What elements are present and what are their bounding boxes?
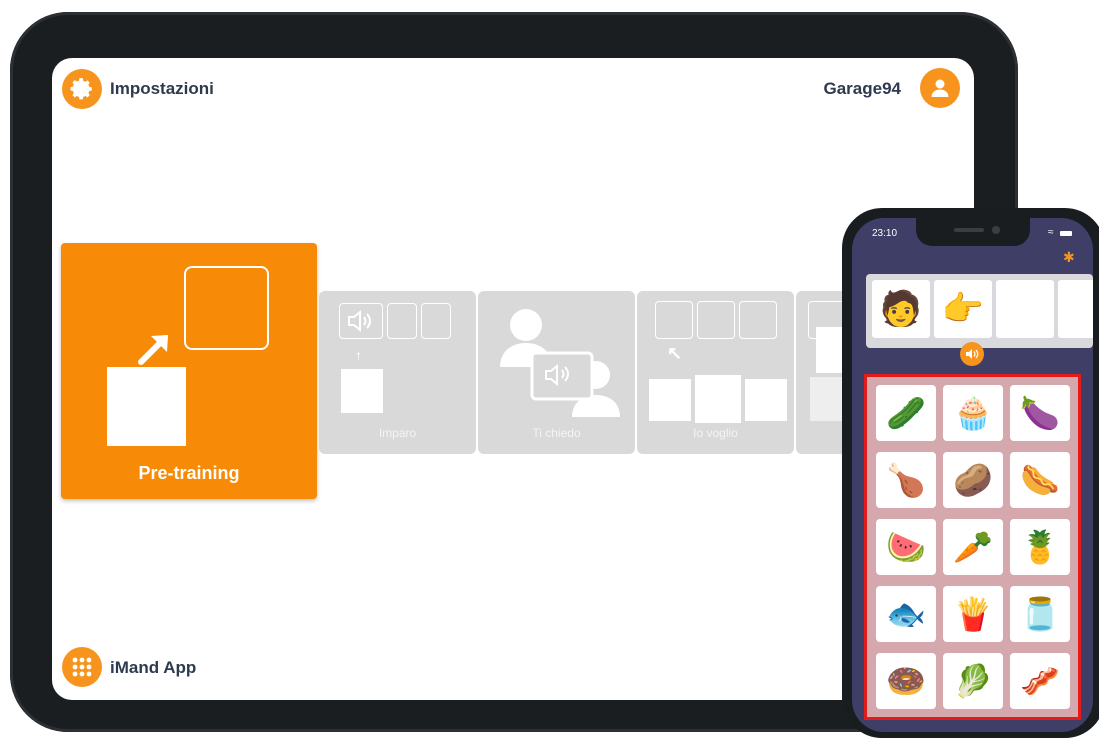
watermelon-icon[interactable]: 🍉 xyxy=(876,519,936,575)
source-tile-icon xyxy=(107,367,186,446)
speaker-icon xyxy=(348,309,371,333)
symbol-grid: 🥒 🧁 🍆 🍗 🥔 🌭 🍉 🥕 🍍 🐟 🍟 🫙 🍩 🥬 🥓 xyxy=(864,374,1081,720)
speaker-grille xyxy=(954,228,984,232)
chicken-leg-icon[interactable]: 🍗 xyxy=(876,452,936,508)
mode-card-ti-chiedo[interactable]: Ti chiedo xyxy=(478,291,635,454)
settings-label[interactable]: Impostazioni xyxy=(110,79,214,99)
user-icon xyxy=(931,79,949,97)
empty-sentence-slot[interactable] xyxy=(996,280,1054,338)
tablet-screen: Impostazioni Garage94 Pre-training ↑ Imp… xyxy=(52,58,974,700)
hand-pointing-icon[interactable]: 👉 xyxy=(934,280,992,338)
play-sound-button[interactable] xyxy=(960,342,984,366)
mode-label: Pre-training xyxy=(138,463,240,483)
mode-label: Io voglio xyxy=(693,426,738,440)
zucchini-icon[interactable]: 🥒 xyxy=(876,385,936,441)
mode-card-io-voglio[interactable]: ↖ Io voglio xyxy=(637,291,794,454)
fries-icon[interactable]: 🍟 xyxy=(943,586,1003,642)
front-camera xyxy=(992,226,1000,234)
wifi-icon: ≈ xyxy=(1048,227,1054,238)
pineapple-icon[interactable]: 🍍 xyxy=(1010,519,1070,575)
person-icon[interactable]: 🧑 xyxy=(872,280,930,338)
jar-icon[interactable]: 🫙 xyxy=(1010,586,1070,642)
donut-icon[interactable]: 🍩 xyxy=(876,653,936,709)
empty-slot-outline xyxy=(739,301,777,339)
empty-sentence-slot[interactable] xyxy=(1058,280,1093,338)
sausage-icon[interactable]: 🌭 xyxy=(1010,452,1070,508)
status-time: 23:10 xyxy=(872,228,898,239)
potatoes-icon[interactable]: 🥔 xyxy=(943,452,1003,508)
phone-screen: 23:10 ≈ ✱ 🧑 👉 🥒 🧁 🍆 🍗 🥔 🌭 🍉 🥕 🍍 🐟 🍟 🫙 🍩 … xyxy=(852,218,1093,732)
empty-slot-outline xyxy=(697,301,735,339)
user-name: Garage94 xyxy=(823,79,902,98)
arrow-up-left-icon: ↖ xyxy=(667,343,683,363)
battery-icon xyxy=(1060,231,1072,236)
profile-button[interactable] xyxy=(920,68,960,108)
people-speaking-icon xyxy=(500,309,620,417)
mode-card-imparo[interactable]: ↑ Imparo xyxy=(319,291,476,454)
gear-icon[interactable]: ✱ xyxy=(1063,249,1075,266)
gear-icon xyxy=(70,78,92,100)
app-name-label[interactable]: iMand App xyxy=(110,658,196,678)
sentence-strip: 🧑 👉 xyxy=(866,274,1093,348)
arrow-up-right-icon xyxy=(138,335,168,365)
empty-slot-outline xyxy=(655,301,693,339)
asparagus-icon[interactable]: 🥬 xyxy=(943,653,1003,709)
mode-label: Imparo xyxy=(378,426,417,440)
phone-notch xyxy=(916,218,1030,246)
salami-icon[interactable]: 🥓 xyxy=(1010,653,1070,709)
target-slot-outline xyxy=(184,266,269,350)
tile-icon xyxy=(649,379,691,421)
empty-slot-outline xyxy=(421,303,451,339)
apps-button[interactable] xyxy=(62,647,102,687)
pastries-box-icon[interactable]: 🧁 xyxy=(943,385,1003,441)
settings-button[interactable] xyxy=(62,69,102,109)
eggplant-icon[interactable]: 🍆 xyxy=(1010,385,1070,441)
mode-card-pre-training[interactable]: Pre-training xyxy=(61,243,317,499)
fish-plate-icon[interactable]: 🐟 xyxy=(876,586,936,642)
speaker-icon xyxy=(966,349,979,359)
carrot-icon[interactable]: 🥕 xyxy=(943,519,1003,575)
grid-dots-icon xyxy=(72,657,92,677)
arrow-up-icon: ↑ xyxy=(355,347,362,363)
mode-label: Ti chiedo xyxy=(532,426,581,440)
tile-icon xyxy=(745,379,787,421)
tile-icon xyxy=(341,369,383,413)
empty-slot-outline xyxy=(387,303,417,339)
tile-icon xyxy=(695,375,741,423)
